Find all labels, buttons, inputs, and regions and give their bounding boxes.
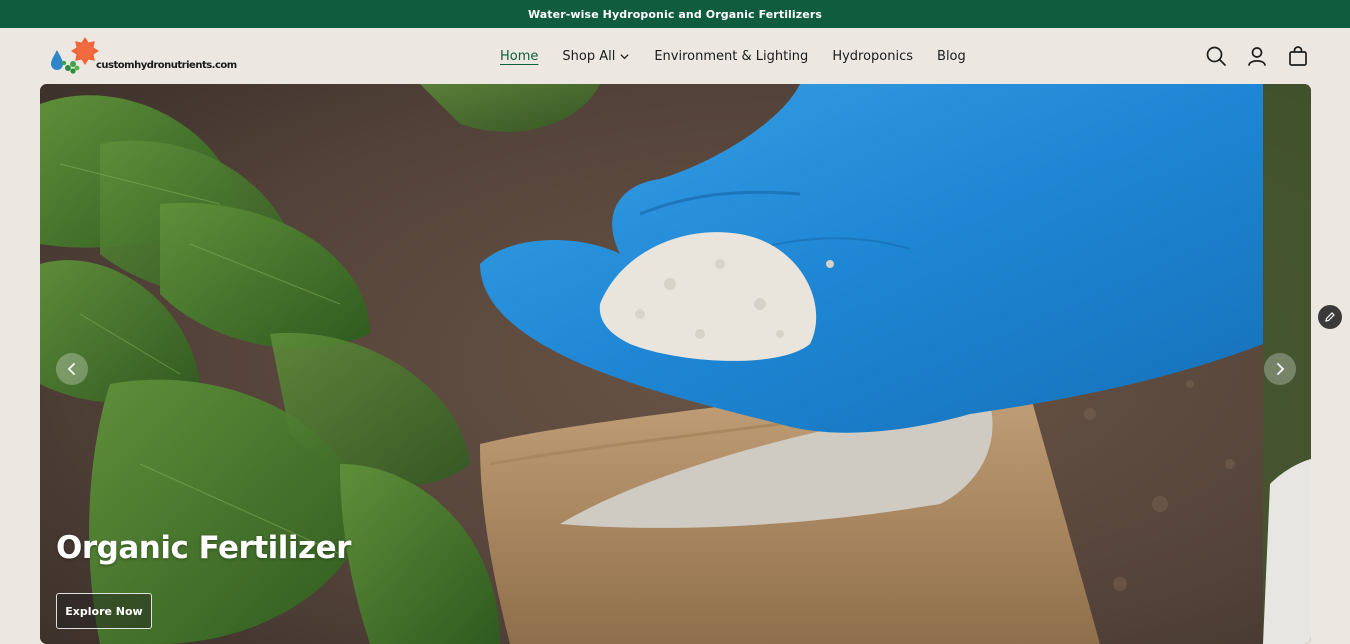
nav-item-home[interactable]: Home [500, 49, 538, 64]
main-nav: Home Shop All Environment & Lighting Hyd… [500, 28, 990, 84]
cart-icon[interactable] [1286, 44, 1310, 68]
announcement-bar: Water-wise Hydroponic and Organic Fertil… [0, 0, 1350, 28]
chevron-right-icon [1277, 363, 1285, 375]
chevron-left-icon [67, 363, 75, 375]
search-icon[interactable] [1204, 44, 1228, 68]
header-icons [1204, 44, 1310, 68]
nav-item-hydroponics[interactable]: Hydroponics [832, 49, 913, 64]
edit-button[interactable] [1318, 305, 1342, 329]
chevron-down-icon [620, 53, 629, 59]
pencil-icon [1325, 312, 1335, 322]
hero-slideshow: Organic Fertilizer Explore Now [40, 84, 1311, 644]
nav-item-label: Hydroponics [832, 48, 914, 64]
nav-item-label: Shop All [562, 48, 616, 64]
nav-item-blog[interactable]: Blog [937, 49, 966, 64]
hero-title: Organic Fertilizer [56, 530, 351, 566]
nav-item-label: Blog [937, 48, 966, 64]
account-icon[interactable] [1245, 44, 1269, 68]
site-logo[interactable]: customhydronutrients.com [48, 36, 238, 76]
slide-next-button[interactable] [1264, 353, 1296, 385]
nav-item-shop-all[interactable]: Shop All [562, 49, 630, 64]
nav-item-label: Environment & Lighting [654, 48, 809, 64]
explore-now-button[interactable]: Explore Now [56, 593, 152, 629]
logo-text: customhydronutrients.com [96, 60, 237, 71]
nav-item-environment-lighting[interactable]: Environment & Lighting [654, 49, 808, 64]
announcement-text: Water-wise Hydroponic and Organic Fertil… [527, 7, 823, 21]
nav-item-label: Home [500, 48, 539, 64]
site-header: customhydronutrients.com Home Shop All E… [0, 28, 1350, 84]
slide-prev-button[interactable] [56, 353, 88, 385]
